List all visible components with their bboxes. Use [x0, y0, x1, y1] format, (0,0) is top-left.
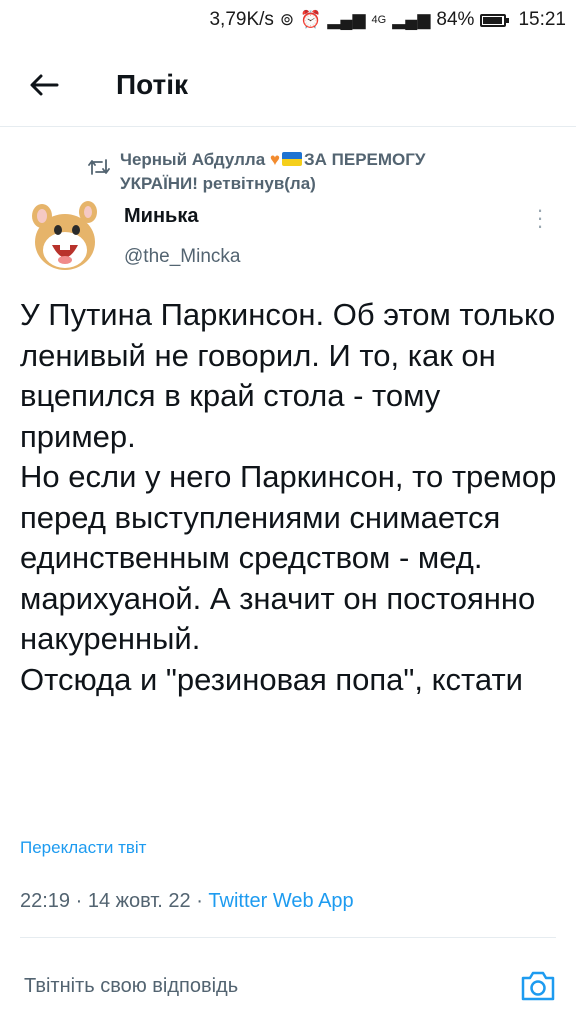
hamster-avatar-icon	[32, 201, 97, 270]
orange-heart-icon: ♥	[269, 150, 280, 169]
retweeter-name-part-1: ЗА ПЕРЕМОГУ	[303, 150, 426, 169]
page-title: Потік	[116, 69, 189, 100]
tweet-time: 22:19	[20, 890, 71, 912]
tweet-date: 14 жовт. 22	[87, 890, 191, 912]
source-app-link[interactable]: Twitter Web App	[208, 890, 353, 912]
separator-dot: ·	[196, 890, 209, 912]
author-handle[interactable]: @the_Mincka	[124, 246, 240, 268]
status-bar: 3,79K/s ⊚ ⏰ ▂▄▆ 4G ▂▄▆ 84% 15:21	[0, 0, 576, 40]
reply-input[interactable]: Твітніть свою відповідь	[24, 975, 238, 998]
more-options-button[interactable]: · · ·	[530, 199, 550, 237]
camera-icon	[521, 971, 555, 1001]
tweet-text: У Путина Паркинсон. Об этом только ленив…	[20, 297, 557, 697]
more-vertical-icon: · · ·	[536, 197, 544, 238]
hotspot-icon: ⊚	[279, 10, 295, 29]
camera-button[interactable]	[520, 970, 556, 1002]
network-speed: 3,79K/s	[209, 9, 274, 30]
reply-bar: Твітніть свою відповідь	[0, 958, 576, 1014]
translate-tweet-link[interactable]: Перекласти твіт	[20, 838, 146, 858]
separator-dot: ·	[75, 890, 88, 912]
retweet-icon	[88, 159, 110, 175]
battery-level: 84%	[436, 9, 475, 30]
alarm-icon: ⏰	[300, 10, 322, 29]
status-time: 15:21	[518, 9, 566, 30]
retweeter-name-part-2: УКРАЇНИ!	[120, 174, 198, 193]
tweet-metadata: 22:19 · 14 жовт. 22 · Twitter Web App	[20, 890, 354, 913]
retweeted-by-label[interactable]: Черный Абдулла ♥ ЗА ПЕРЕМОГУ УКРАЇНИ! рет…	[120, 148, 425, 196]
retweet-suffix: ретвітнув(ла)	[202, 174, 316, 193]
back-button[interactable]	[16, 57, 72, 113]
ukraine-flag-icon	[281, 152, 302, 166]
signal-icon: ▂▄▆	[327, 10, 366, 29]
battery-icon	[480, 13, 510, 27]
retweet-context: Черный Абдулла ♥ ЗА ПЕРЕМОГУ УКРАЇНИ! рет…	[88, 148, 508, 196]
top-app-bar: Потік	[0, 44, 576, 127]
divider	[20, 937, 556, 938]
author-name[interactable]: Минька	[124, 205, 198, 228]
network-type: 4G	[371, 14, 387, 26]
signal-icon-2: ▂▄▆	[392, 10, 431, 29]
avatar[interactable]	[20, 190, 110, 280]
retweeter-name: Черный Абдулла	[120, 150, 266, 169]
arrow-left-icon	[30, 74, 59, 96]
